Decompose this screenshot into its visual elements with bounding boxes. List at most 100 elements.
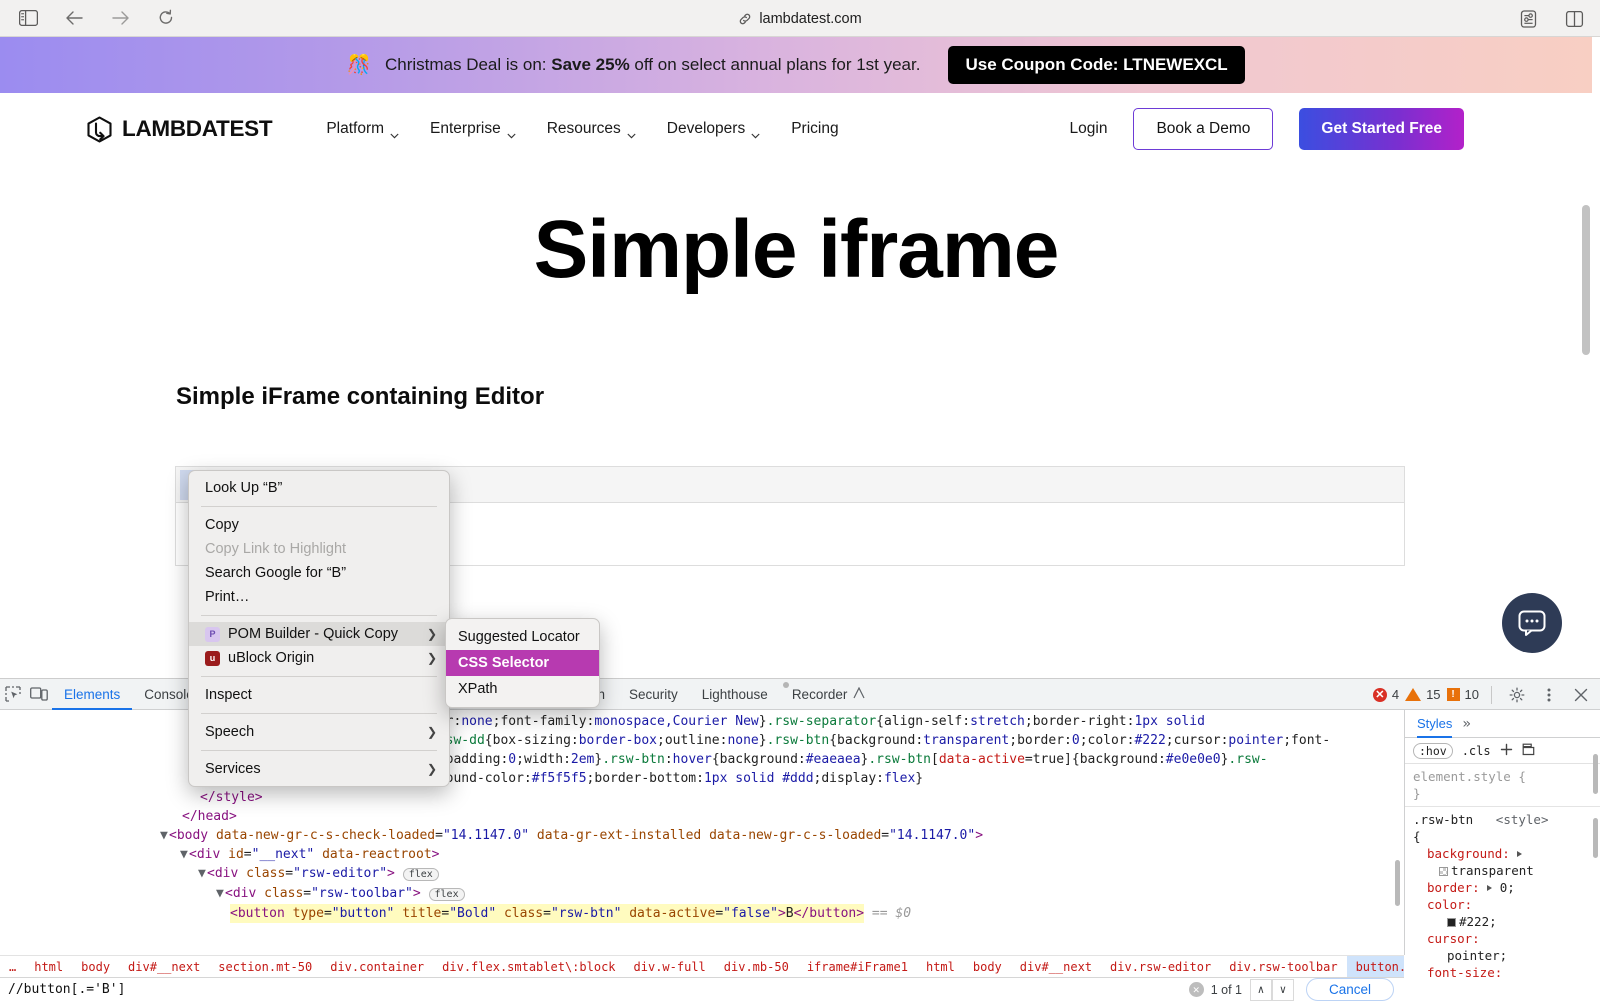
style-prop-name[interactable]: border: (1427, 880, 1480, 895)
submenu-item-css-selector[interactable]: CSS Selector (446, 650, 599, 676)
code-line: </head> (0, 807, 1404, 826)
breadcrumb-item-rsw-editor[interactable]: div.rsw-editor (1101, 956, 1220, 978)
search-prev-button[interactable]: ∧ (1250, 979, 1272, 1001)
breadcrumb-item-section[interactable]: section.mt-50 (209, 956, 321, 978)
context-menu-item-copy[interactable]: Copy (189, 513, 449, 537)
class-toggle[interactable]: .cls (1462, 744, 1491, 758)
forward-arrow-icon[interactable] (108, 6, 132, 30)
tab-security[interactable]: Security (617, 679, 690, 710)
info-count-badge[interactable]: ! 10 (1447, 687, 1479, 702)
gear-icon[interactable] (1504, 682, 1530, 708)
nav-item-platform[interactable]: Platform (326, 120, 399, 138)
style-rule-selector[interactable]: .rsw-btn (1413, 812, 1473, 827)
submenu-item-xpath[interactable]: XPath (446, 676, 599, 702)
style-prop-name[interactable]: color: (1427, 897, 1472, 912)
page-scrollbar[interactable] (1582, 205, 1590, 355)
style-rule-source[interactable]: <style> (1496, 812, 1549, 827)
style-prop-value[interactable]: pointer; (1447, 948, 1507, 963)
device-toolbar-icon[interactable] (26, 681, 52, 707)
style-rule-open: { (1413, 828, 1592, 845)
color-swatch[interactable] (1439, 867, 1448, 876)
breadcrumb-item-flex[interactable]: div.flex.smtablet\:block (433, 956, 624, 978)
submenu-item-suggested-locator[interactable]: Suggested Locator (446, 624, 599, 650)
back-arrow-icon[interactable] (62, 6, 86, 30)
context-menu-item-look-up[interactable]: Look Up “B” (189, 476, 449, 500)
code-line[interactable]: <button type="button" title="Bold" class… (0, 904, 1404, 923)
dom-tree-scrollbar[interactable] (1395, 860, 1400, 906)
copy-styles-icon[interactable] (1522, 743, 1535, 759)
search-cancel-button[interactable]: Cancel (1306, 978, 1394, 1001)
breadcrumb-item-html[interactable]: html (25, 956, 72, 978)
context-menu-item-services[interactable]: Services ❯ (189, 757, 449, 781)
devtools-drag-handle[interactable] (783, 682, 789, 688)
inspect-element-icon[interactable] (0, 681, 26, 707)
sidebar-toggle-icon[interactable] (16, 6, 40, 30)
styles-scrollbar[interactable] (1593, 754, 1598, 794)
flex-badge[interactable]: flex (403, 868, 439, 881)
nav-item-resources[interactable]: Resources (547, 120, 636, 138)
lambdatest-logo-icon (86, 116, 113, 143)
expand-arrow-icon[interactable] (1487, 885, 1492, 891)
brand-logo[interactable]: LAMBDATEST (86, 116, 272, 143)
expand-arrow-icon[interactable] (1517, 851, 1522, 857)
style-prop-value[interactable]: transparent (1451, 863, 1534, 878)
nav-label: Developers (667, 120, 745, 138)
hover-state-toggle[interactable]: :hov (1413, 743, 1453, 759)
breadcrumb-item-html-2[interactable]: html (917, 956, 964, 978)
breadcrumb-item-body[interactable]: body (72, 956, 119, 978)
styles-pane: Styles » :hov .cls element.style { } .rs… (1404, 710, 1600, 955)
warning-count-badge[interactable]: 15 (1405, 687, 1440, 702)
search-next-button[interactable]: ∨ (1272, 979, 1294, 1001)
breadcrumb-item-mb50[interactable]: div.mb-50 (715, 956, 798, 978)
breadcrumb-item-iframe[interactable]: iframe#iFrame1 (798, 956, 917, 978)
breadcrumb-item-rsw-toolbar[interactable]: div.rsw-toolbar (1220, 956, 1346, 978)
styles-more-tabs-icon[interactable]: » (1462, 716, 1470, 732)
tab-styles[interactable]: Styles (1417, 710, 1452, 738)
tab-recorder[interactable]: Recorder (780, 679, 878, 710)
login-link[interactable]: Login (1070, 120, 1108, 138)
breadcrumb-item-rsw-btn[interactable]: button.rsw-btn (1347, 956, 1404, 978)
tab-lighthouse[interactable]: Lighthouse (690, 679, 780, 710)
breadcrumb-item-div-next-2[interactable]: div#__next (1011, 956, 1101, 978)
breadcrumb-item-container[interactable]: div.container (321, 956, 433, 978)
style-prop-name[interactable]: font-size: (1427, 965, 1502, 980)
link-icon (738, 12, 752, 26)
tab-elements[interactable]: Elements (52, 679, 132, 710)
get-started-free-button[interactable]: Get Started Free (1299, 108, 1464, 150)
reload-icon[interactable] (154, 6, 178, 30)
context-menu-item-speech[interactable]: Speech ❯ (189, 720, 449, 744)
breadcrumb-item-body-2[interactable]: body (964, 956, 1011, 978)
context-menu-item-pom-builder[interactable]: P POM Builder - Quick Copy ❯ (189, 622, 449, 646)
more-options-icon[interactable] (1536, 682, 1562, 708)
reader-mode-icon[interactable] (1516, 7, 1540, 31)
nav-item-enterprise[interactable]: Enterprise (430, 120, 516, 138)
new-style-rule-icon[interactable] (1500, 743, 1513, 759)
nav-item-developers[interactable]: Developers (667, 120, 760, 138)
nav-item-pricing[interactable]: Pricing (791, 120, 838, 138)
styles-scrollbar-secondary[interactable] (1593, 818, 1598, 858)
context-menu-item-ublock-origin[interactable]: u uBlock Origin ❯ (189, 646, 449, 670)
breadcrumb-item-div-next[interactable]: div#__next (119, 956, 209, 978)
chat-support-button[interactable] (1502, 593, 1562, 653)
error-count-badge[interactable]: ✕ 4 (1373, 687, 1399, 702)
tab-overview-icon[interactable] (1562, 7, 1586, 31)
style-prop-value[interactable]: 0; (1500, 880, 1515, 895)
color-swatch[interactable] (1447, 918, 1456, 927)
style-prop-value[interactable]: #222; (1459, 914, 1497, 929)
style-prop-name[interactable]: background: (1427, 846, 1510, 861)
nav-label: Platform (326, 120, 384, 138)
breadcrumb-item-wfull[interactable]: div.w-full (625, 956, 715, 978)
nav-label: Resources (547, 120, 621, 138)
close-icon[interactable] (1568, 682, 1594, 708)
coupon-code-badge[interactable]: Use Coupon Code: LTNEWEXCL (948, 46, 1244, 84)
style-prop-name[interactable]: cursor: (1427, 931, 1480, 946)
context-menu-item-inspect[interactable]: Inspect (189, 683, 449, 707)
book-a-demo-button[interactable]: Book a Demo (1133, 108, 1273, 150)
search-input[interactable] (0, 978, 1189, 1001)
context-menu-item-search-google[interactable]: Search Google for “B” (189, 561, 449, 585)
address-bar[interactable]: lambdatest.com (0, 0, 1600, 37)
context-menu-item-print[interactable]: Print… (189, 585, 449, 609)
clear-search-icon[interactable]: ✕ (1189, 982, 1204, 997)
breadcrumb-overflow[interactable]: … (0, 956, 25, 978)
flex-badge[interactable]: flex (429, 888, 465, 901)
